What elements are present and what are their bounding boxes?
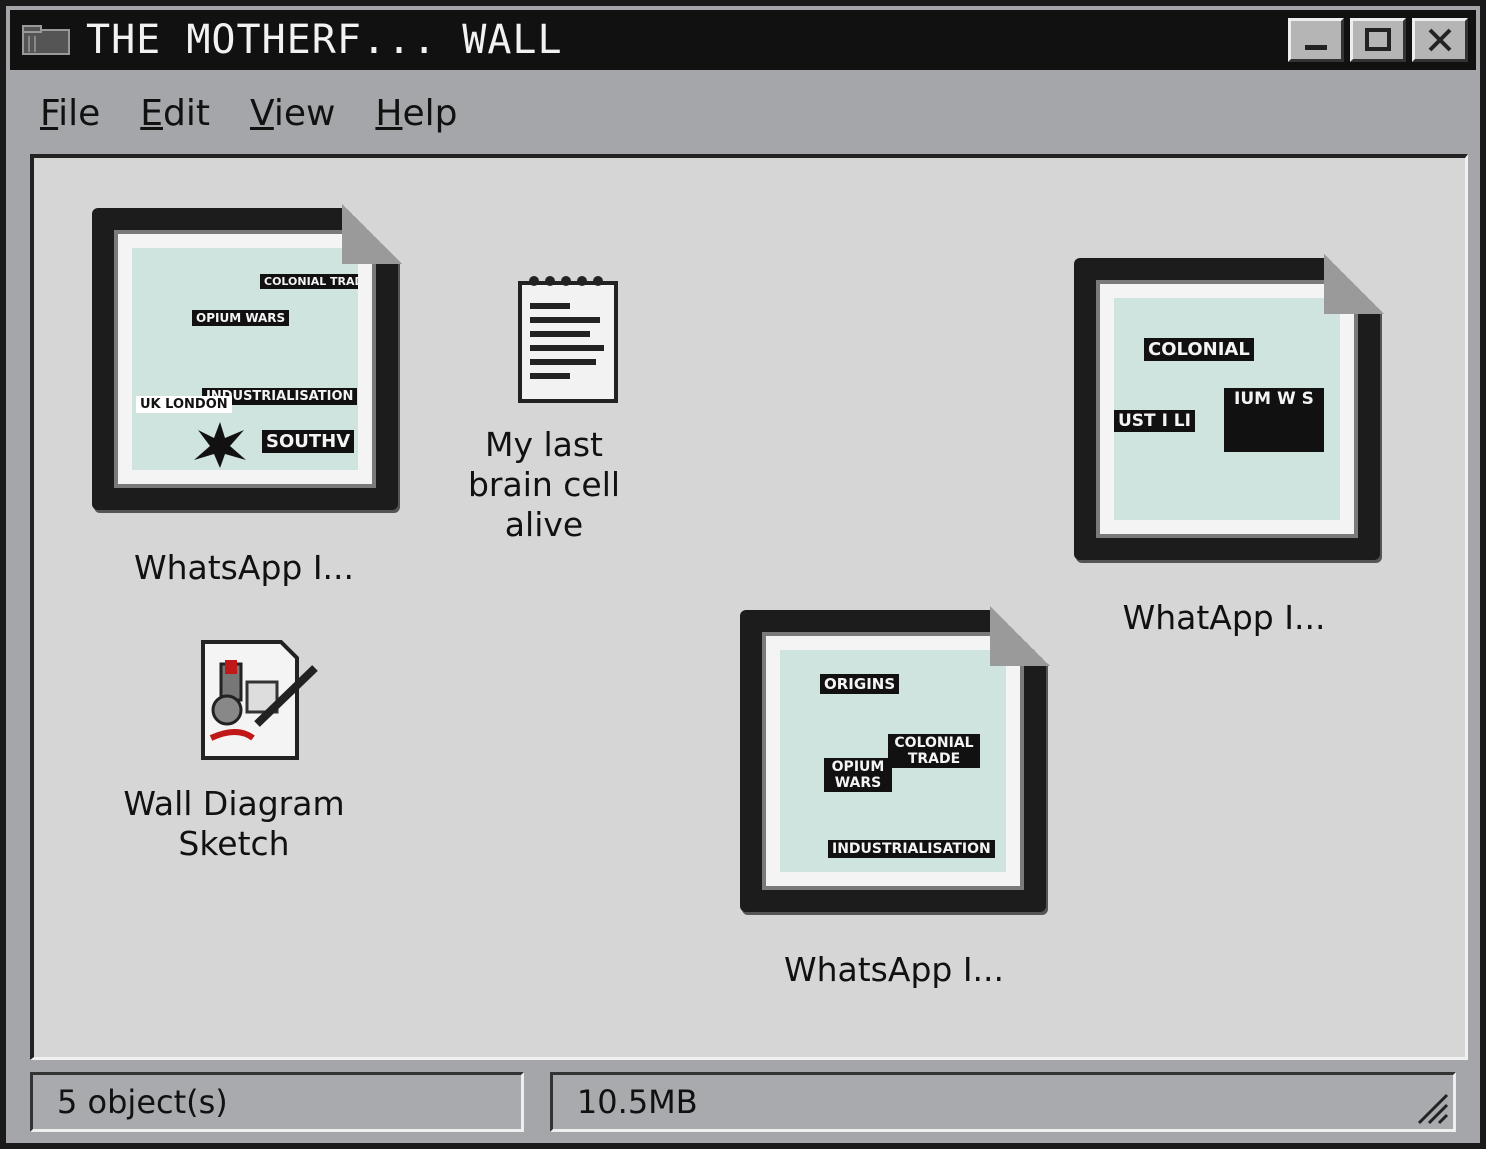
thumb-tag: UST I LI: [1114, 410, 1195, 432]
file-view-pane[interactable]: COLONIAL TRADE OPIUM WARS INDUSTRIALISAT…: [30, 154, 1468, 1060]
status-bar: 5 object(s) 10.5MB: [30, 1072, 1456, 1136]
starburst-icon: [194, 422, 246, 468]
resize-grip-icon[interactable]: [1413, 1089, 1449, 1125]
thumb-tag: COLONIAL TRADE: [888, 734, 980, 768]
minimize-icon: [1305, 45, 1327, 50]
file-label: WhatApp I...: [1122, 598, 1326, 637]
thumb-tag: UK LONDON: [136, 396, 232, 413]
minimize-button[interactable]: [1288, 18, 1344, 62]
status-object-count: 5 object(s): [30, 1072, 524, 1132]
notepad-icon: [517, 276, 618, 403]
paint-file-icon: [200, 640, 318, 760]
menu-view[interactable]: View: [250, 93, 335, 134]
thumb-tag: OPIUM WARS: [824, 758, 892, 792]
status-size-label: 10.5MB: [576, 1083, 698, 1121]
title-bar[interactable]: THE MOTHERF... WALL: [10, 10, 1476, 70]
menu-edit[interactable]: Edit: [140, 93, 210, 134]
maximize-button[interactable]: [1350, 18, 1406, 62]
window-title: THE MOTHERF... WALL: [86, 17, 563, 63]
folder-icon: [20, 23, 72, 57]
thumb-tag: OPIUM WARS: [192, 310, 290, 326]
photo-file-icon: ORIGINS COLONIAL TRADE OPIUM WARS INDUST…: [740, 606, 1050, 912]
file-item-brain-cell[interactable]: My last brain cell alive: [444, 273, 644, 545]
thumb-tag: ORIGINS: [820, 674, 900, 694]
explorer-window: THE MOTHERF... WALL File Edit View Help …: [0, 0, 1486, 1149]
menu-file[interactable]: File: [40, 93, 100, 134]
maximize-icon: [1365, 28, 1391, 51]
menu-help[interactable]: Help: [375, 93, 457, 134]
close-icon: [1428, 28, 1452, 52]
file-item-wall-diagram[interactable]: Wall Diagram Sketch: [114, 638, 354, 864]
photo-file-icon: COLONIAL TRADE OPIUM WARS INDUSTRIALISAT…: [92, 204, 402, 510]
thumb-tag: IUM W S: [1224, 388, 1324, 452]
status-size: 10.5MB: [549, 1072, 1456, 1132]
photo-file-icon: COLONIAL IUM W S UST I LI: [1074, 254, 1384, 560]
thumb-tag: COLONIAL: [1144, 338, 1254, 361]
thumb-tag: COLONIAL TRADE: [260, 274, 358, 289]
file-label: Wall Diagram Sketch: [123, 784, 345, 863]
file-label: WhatsApp I...: [133, 548, 355, 587]
thumb-tag: INDUSTRIALISATION: [828, 840, 995, 858]
close-button[interactable]: [1412, 18, 1468, 62]
thumb-tag: SOUTHV: [262, 430, 355, 453]
file-label: My last brain cell alive: [467, 425, 621, 544]
file-label: WhatsApp I...: [783, 950, 1005, 989]
menu-bar: File Edit View Help: [10, 78, 1476, 148]
